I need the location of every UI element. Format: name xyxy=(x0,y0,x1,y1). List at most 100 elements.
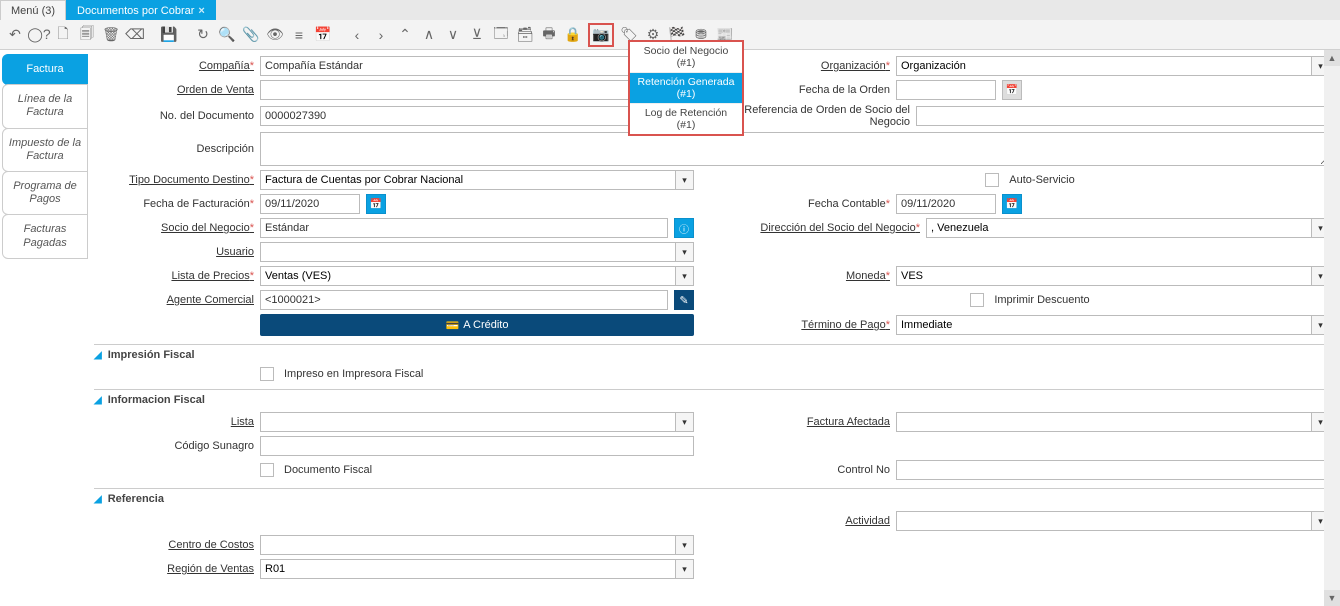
new-icon[interactable]: 🗋 xyxy=(54,26,72,44)
zoom-item-log[interactable]: Log de Retención (#1) xyxy=(630,104,742,134)
cal-fecha-orden[interactable]: 📅 xyxy=(1002,80,1022,100)
fld-agente[interactable] xyxy=(260,290,668,310)
fld-ref-orden[interactable] xyxy=(916,106,1330,126)
cal-fecha-cont[interactable]: 📅 xyxy=(1002,194,1022,214)
fld-orden-venta[interactable] xyxy=(260,80,668,100)
chk-autoservicio[interactable] xyxy=(985,173,999,187)
fld-actividad[interactable] xyxy=(896,511,1312,531)
lbl-actividad[interactable]: Actividad xyxy=(730,515,890,527)
tab-documentos[interactable]: Documentos por Cobrar× xyxy=(66,0,216,20)
view-icon[interactable]: 👁 xyxy=(266,26,284,44)
sidebar-pagadas[interactable]: Facturas Pagadas xyxy=(2,214,88,258)
fld-tipo-doc[interactable] xyxy=(260,170,676,190)
fld-socio[interactable] xyxy=(260,218,668,238)
fld-factura-afectada[interactable] xyxy=(896,412,1312,432)
fld-fecha-orden[interactable] xyxy=(896,80,996,100)
sidebar-linea[interactable]: Línea de la Factura xyxy=(2,84,88,128)
sec-impresion-fiscal[interactable]: ◢ Impresión Fiscal xyxy=(94,344,1330,361)
fld-descripcion[interactable] xyxy=(260,132,1330,166)
lbl-orden-venta[interactable]: Orden de Venta xyxy=(94,84,254,96)
collapse-icon: ◢ xyxy=(94,350,102,361)
dd-tipo-doc[interactable]: ▾ xyxy=(676,170,694,190)
sidebar-factura[interactable]: Factura xyxy=(2,54,88,85)
lbl-moneda[interactable]: Moneda* xyxy=(730,270,890,282)
lbl-termino-pago[interactable]: Término de Pago* xyxy=(730,319,890,331)
search-icon[interactable]: 🔍 xyxy=(218,26,236,44)
save-icon[interactable]: 💾 xyxy=(160,26,178,44)
zoom-item-socio[interactable]: Socio del Negocio (#1) xyxy=(630,42,742,73)
fld-region-ventas[interactable] xyxy=(260,559,676,579)
sec-referencia[interactable]: ◢ Referencia xyxy=(94,488,1330,505)
vertical-scrollbar[interactable]: ▲ ▼ xyxy=(1324,50,1340,606)
copy-icon[interactable]: 🗐 xyxy=(78,26,96,44)
fld-centro-costos[interactable] xyxy=(260,535,676,555)
help-icon[interactable]: ◯? xyxy=(30,26,48,44)
down-icon[interactable]: ∨ xyxy=(444,26,462,44)
lbl-agente[interactable]: Agente Comercial xyxy=(94,294,254,306)
lbl-region-ventas[interactable]: Región de Ventas xyxy=(94,563,254,575)
fld-codigo-sunagro[interactable] xyxy=(260,436,694,456)
fld-usuario[interactable] xyxy=(260,242,676,262)
undo-icon[interactable]: ↶ xyxy=(6,26,24,44)
sidebar-programa[interactable]: Programa de Pagos xyxy=(2,171,88,215)
btn-socio-info[interactable]: ⓘ xyxy=(674,218,694,238)
next-icon[interactable]: › xyxy=(372,26,390,44)
lbl-direccion[interactable]: Dirección del Socio del Negocio* xyxy=(730,222,920,234)
lbl-lista[interactable]: Lista xyxy=(94,416,254,428)
chk-imprimir-desc[interactable] xyxy=(970,293,984,307)
lbl-lista-precios[interactable]: Lista de Precios* xyxy=(94,270,254,282)
fld-lista-precios[interactable] xyxy=(260,266,676,286)
dd-usuario[interactable]: ▾ xyxy=(676,242,694,262)
archive-icon[interactable]: 🗃 xyxy=(516,26,534,44)
fld-lista[interactable] xyxy=(260,412,676,432)
zoom-item-retencion[interactable]: Retención Generada (#1) xyxy=(630,73,742,104)
lbl-compania[interactable]: Compañía* xyxy=(94,60,254,72)
record-tabs: Factura Línea de la Factura Impuesto de … xyxy=(0,50,88,606)
window-icon[interactable]: 🗔 xyxy=(492,26,510,44)
btn-agente[interactable]: ✎ xyxy=(674,290,694,310)
lbl-socio[interactable]: Socio del Negocio* xyxy=(94,222,254,234)
lbl-organizacion[interactable]: Organización* xyxy=(730,60,890,72)
dd-lista[interactable]: ▾ xyxy=(676,412,694,432)
dd-region-ventas[interactable]: ▾ xyxy=(676,559,694,579)
last-icon[interactable]: ⊻ xyxy=(468,26,486,44)
dd-centro-costos[interactable]: ▾ xyxy=(676,535,694,555)
chk-documento-fiscal[interactable] xyxy=(260,463,274,477)
lock-icon[interactable]: 🔒 xyxy=(564,26,582,44)
list-icon[interactable]: ≡ xyxy=(290,26,308,44)
lbl-centro-costos[interactable]: Centro de Costos xyxy=(94,539,254,551)
lbl-tipo-doc[interactable]: Tipo Documento Destino* xyxy=(94,174,254,186)
lbl-imprimir-desc: Imprimir Descuento xyxy=(994,294,1089,306)
scroll-up-icon[interactable]: ▲ xyxy=(1324,50,1340,66)
delete-icon[interactable]: 🗑 xyxy=(102,26,120,44)
btn-a-credito[interactable]: 💳 A Crédito xyxy=(260,314,694,336)
discard-icon[interactable]: ⌫ xyxy=(126,26,144,44)
lbl-usuario[interactable]: Usuario xyxy=(94,246,254,258)
dd-lista-precios[interactable]: ▾ xyxy=(676,266,694,286)
lbl-no-doc: No. del Documento xyxy=(94,110,254,122)
fld-fecha-fact[interactable] xyxy=(260,194,360,214)
fld-organizacion[interactable] xyxy=(896,56,1312,76)
sidebar-impuesto[interactable]: Impuesto de la Factura xyxy=(2,128,88,172)
close-icon[interactable]: × xyxy=(198,5,204,17)
fld-moneda[interactable] xyxy=(896,266,1312,286)
zoom-icon[interactable]: 📷 xyxy=(592,26,610,44)
attach-icon[interactable]: 📎 xyxy=(242,26,260,44)
print-icon[interactable]: 🖶 xyxy=(540,26,558,44)
lbl-factura-afectada[interactable]: Factura Afectada xyxy=(730,416,890,428)
refresh-icon[interactable]: ↻ xyxy=(194,26,212,44)
sec-info-fiscal[interactable]: ◢ Informacion Fiscal xyxy=(94,389,1330,406)
fld-termino-pago[interactable] xyxy=(896,315,1312,335)
cal-fecha-fact[interactable]: 📅 xyxy=(366,194,386,214)
lbl-fecha-cont: Fecha Contable* xyxy=(730,198,890,210)
fld-control-no[interactable] xyxy=(896,460,1330,480)
scroll-down-icon[interactable]: ▼ xyxy=(1324,590,1340,606)
prev-icon[interactable]: ‹ xyxy=(348,26,366,44)
calendar-icon[interactable]: 📅 xyxy=(314,26,332,44)
tab-menu[interactable]: Menú (3) xyxy=(0,0,66,20)
fld-direccion[interactable] xyxy=(926,218,1312,238)
first-icon[interactable]: ⌃ xyxy=(396,26,414,44)
chk-impreso[interactable] xyxy=(260,367,274,381)
fld-fecha-cont[interactable] xyxy=(896,194,996,214)
up-icon[interactable]: ∧ xyxy=(420,26,438,44)
